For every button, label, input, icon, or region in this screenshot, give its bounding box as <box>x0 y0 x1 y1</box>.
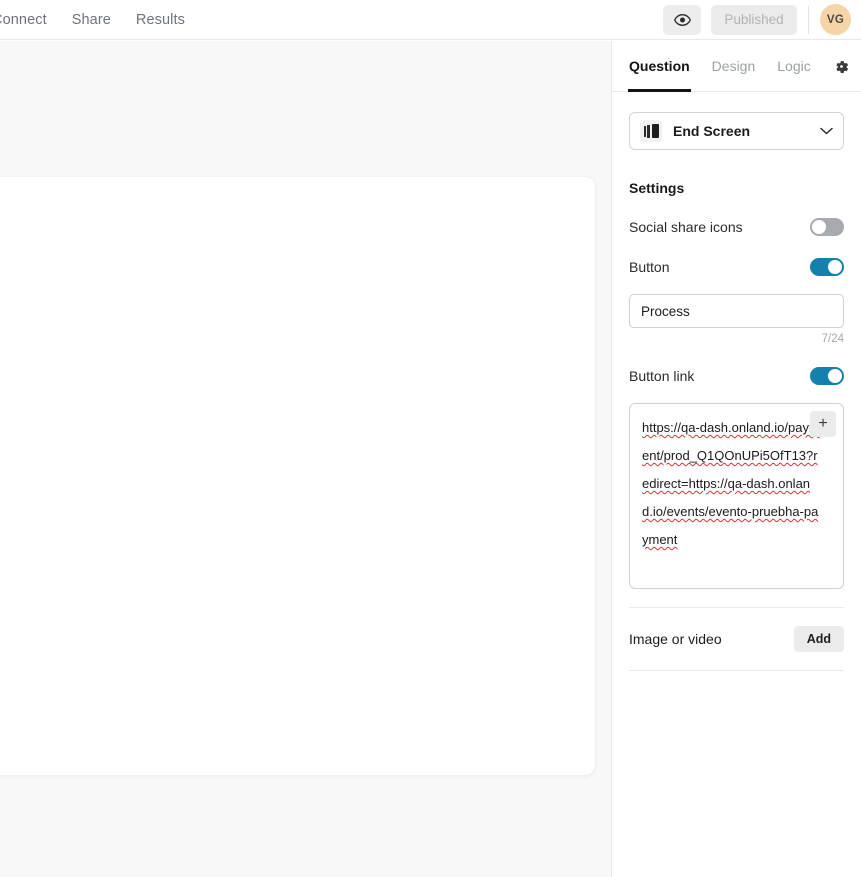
image-or-video-row: Image or video Add <box>629 608 844 652</box>
setting-button-link-toggle[interactable] <box>810 367 844 385</box>
nav-connect[interactable]: Connect <box>0 12 47 28</box>
published-button[interactable]: Published <box>711 4 797 35</box>
setting-button-link-label: Button link <box>629 368 695 384</box>
settings-gear-button[interactable] <box>833 58 850 75</box>
preview-area: Access to Payment Description (optional)… <box>0 41 611 877</box>
preview-button[interactable] <box>663 4 701 35</box>
panel-tabs: Question Design Logic <box>612 41 861 92</box>
eye-icon <box>673 13 691 26</box>
screen-type-select[interactable]: End Screen <box>629 112 844 150</box>
button-link-url-box[interactable]: https://qa-dash.onland.io/payment/prod_Q… <box>629 403 844 589</box>
chevron-down-icon <box>820 122 833 140</box>
top-nav: Connect Share Results <box>0 12 185 28</box>
tab-question[interactable]: Question <box>628 41 691 92</box>
top-bar-actions: Published VG <box>663 4 861 35</box>
top-bar-divider <box>808 5 809 34</box>
setting-button-toggle[interactable] <box>810 258 844 276</box>
add-media-button[interactable]: Add <box>793 626 844 652</box>
question-settings-panel: Question Design Logic End Screen Setting… <box>611 41 861 877</box>
setting-social-share-icons-toggle[interactable] <box>810 218 844 236</box>
panel-body: End Screen Settings Social share icons B… <box>612 112 861 671</box>
setting-row-social-share-icons: Social share icons <box>629 218 844 236</box>
nav-results[interactable]: Results <box>136 12 185 28</box>
button-link-url-input[interactable]: https://qa-dash.onland.io/payment/prod_Q… <box>642 414 820 554</box>
tab-design[interactable]: Design <box>712 41 756 92</box>
avatar[interactable]: VG <box>820 4 851 35</box>
screen-type-label: End Screen <box>673 123 751 139</box>
setting-button-label: Button <box>629 259 670 275</box>
top-bar: Connect Share Results Published VG <box>0 0 861 40</box>
add-variable-button[interactable]: + <box>810 411 836 437</box>
setting-row-button: Button <box>629 258 844 276</box>
app-root: Connect Share Results Published VG Acces… <box>0 0 861 877</box>
button-text-input[interactable] <box>629 294 844 328</box>
preview-card: Access to Payment Description (optional)… <box>0 177 595 775</box>
setting-social-share-icons-label: Social share icons <box>629 219 743 235</box>
setting-row-button-link: Button link <box>629 367 844 385</box>
gear-icon <box>836 60 848 73</box>
end-screen-icon <box>640 120 662 142</box>
preview-card-content: Access to Payment Description (optional)… <box>0 177 595 775</box>
image-or-video-label: Image or video <box>629 631 722 647</box>
settings-heading: Settings <box>629 180 685 196</box>
panel-divider-bottom <box>629 670 844 671</box>
tab-logic[interactable]: Logic <box>777 41 810 92</box>
button-text-char-count: 7/24 <box>821 333 844 345</box>
nav-share[interactable]: Share <box>72 12 111 28</box>
